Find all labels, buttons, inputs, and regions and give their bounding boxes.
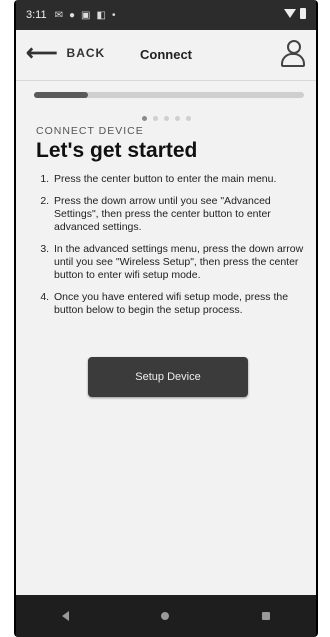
page-title: Connect (140, 47, 192, 62)
dot-icon: • (111, 9, 116, 21)
instruction-list: Press the center button to enter the mai… (36, 173, 306, 317)
step-dot (185, 116, 191, 121)
screen: 3:11 ✉ ● ▣ ◧ • ⟵ BACK Connect CONNECT DE… (16, 0, 316, 637)
progress-fill (34, 92, 88, 98)
step-dot (174, 116, 180, 121)
main-content: CONNECT DEVICE Let's get started Press t… (36, 125, 306, 326)
nav-back-icon[interactable] (62, 611, 70, 621)
setup-device-button[interactable]: Setup Device (88, 357, 248, 397)
step-dot (163, 116, 169, 121)
progress-bar (34, 92, 304, 98)
phone-frame: 3:11 ✉ ● ▣ ◧ • ⟵ BACK Connect CONNECT DE… (14, 0, 318, 637)
wifi-icon (284, 9, 296, 18)
gallery-icon: ▣ (81, 9, 91, 21)
status-bar: 3:11 ✉ ● ▣ ◧ • (16, 0, 316, 30)
messenger-icon: ● (68, 9, 76, 21)
step-dot (152, 116, 158, 121)
screenshot-icon: ◧ (96, 9, 106, 21)
instruction-step: Press the down arrow until you see "Adva… (52, 195, 306, 234)
section-eyebrow: CONNECT DEVICE (36, 125, 144, 137)
step-dot (141, 116, 147, 121)
section-heading: Let's get started (36, 139, 198, 162)
instruction-step: Once you have entered wifi setup mode, p… (52, 291, 306, 317)
user-icon[interactable] (280, 38, 306, 68)
instruction-step: Press the center button to enter the mai… (52, 173, 306, 186)
mail-icon: ✉ (54, 9, 63, 21)
status-time: 3:11 (26, 9, 47, 21)
step-dots (16, 108, 316, 126)
app-header: ⟵ BACK Connect (16, 30, 316, 81)
nav-home-icon[interactable] (161, 612, 170, 620)
nav-recents-icon[interactable] (261, 612, 270, 620)
battery-icon (300, 8, 306, 19)
status-right (284, 8, 306, 19)
system-nav-bar (16, 595, 316, 637)
instruction-step: In the advanced settings menu, press the… (52, 243, 306, 282)
